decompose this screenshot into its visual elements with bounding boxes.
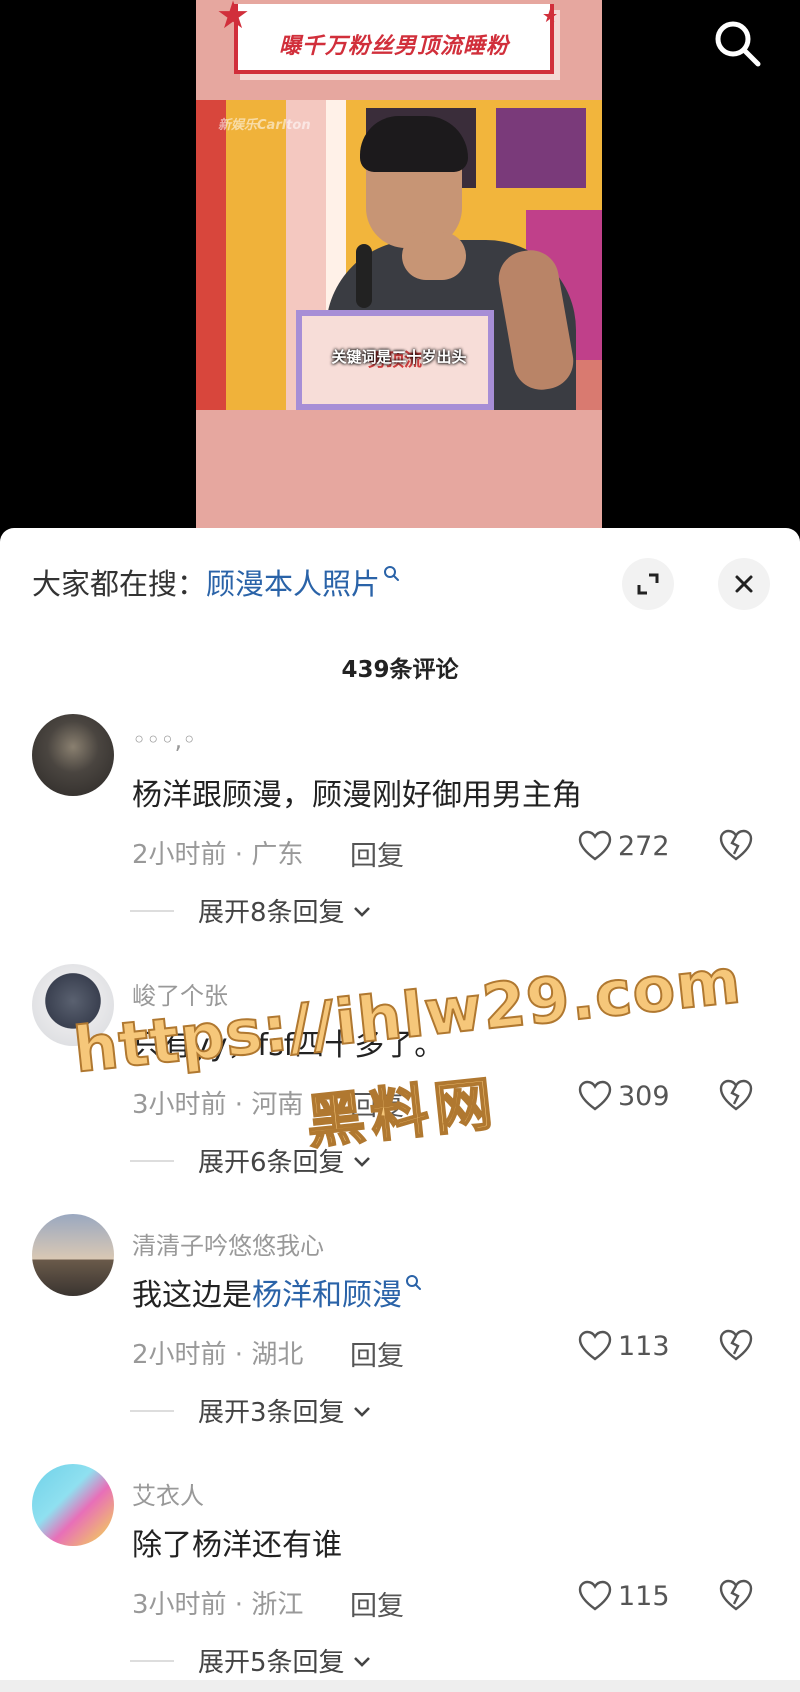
like-button[interactable]: 272 — [578, 830, 670, 862]
avatar[interactable] — [32, 1464, 114, 1546]
expand-replies-button[interactable]: 展开3条回复 — [130, 1392, 375, 1429]
video-title: 曝千万粉丝男顶流睡粉 — [278, 34, 509, 59]
expand-replies-button[interactable]: 展开5条回复 — [130, 1642, 375, 1679]
search-keyword: 杨洋和顾漫 — [252, 1278, 402, 1313]
comment-meta: 3小时前 · 河南 — [132, 1090, 304, 1120]
like-count: 272 — [618, 830, 670, 862]
expand-sheet-button[interactable] — [622, 558, 674, 610]
chevron-down-icon — [353, 1656, 370, 1667]
avatar[interactable] — [32, 964, 114, 1046]
like-button[interactable]: 309 — [578, 1080, 670, 1112]
comment-content: 我这边是杨洋和顾漫 — [132, 1270, 423, 1314]
comment-item: ◦◦◦,◦ 杨洋跟顾漫，顾漫刚好御用男主角 2小时前 · 广东 回复 272 展… — [0, 714, 800, 964]
trending-search-label: 大家都在搜： — [32, 567, 207, 601]
expand-replies-label: 展开3条回复 — [198, 1398, 345, 1428]
comment-text: 杨洋跟顾漫，顾漫刚好御用男主角 — [132, 778, 582, 813]
reply-button[interactable]: 回复 — [350, 1334, 404, 1373]
divider-dash — [130, 1409, 174, 1412]
reply-button[interactable]: 回复 — [350, 1584, 404, 1623]
dislike-button[interactable] — [718, 828, 754, 866]
dislike-button[interactable] — [718, 1078, 754, 1116]
set-window — [496, 108, 586, 188]
dislike-button[interactable] — [718, 1328, 754, 1366]
search-small-icon — [384, 566, 400, 581]
chevron-down-icon — [353, 906, 370, 917]
comment-item: 清清子吟悠悠我心 我这边是杨洋和顾漫 2小时前 · 湖北 回复 113 展开3条… — [0, 1214, 800, 1464]
search-small-icon — [406, 1275, 421, 1290]
chevron-down-icon — [353, 1406, 370, 1417]
close-icon — [735, 575, 753, 593]
source-watermark: 新娱乐Carlton — [218, 118, 311, 133]
expand-replies-label: 展开8条回复 — [198, 898, 345, 928]
comment-text: 除了杨洋还有谁 — [132, 1528, 342, 1563]
like-button[interactable]: 115 — [578, 1580, 670, 1612]
like-button[interactable]: 113 — [578, 1330, 670, 1362]
video-frame[interactable]: ★ ★ 曝千万粉丝男顶流睡粉 新娱乐Carlton 男顶流 关键词是二十岁出头 — [196, 0, 602, 540]
comment-item: 艾衣人 除了杨洋还有谁 3小时前 · 浙江 回复 115 展开5条回复 — [0, 1464, 800, 1692]
video-title-banner: ★ ★ 曝千万粉丝男顶流睡粉 — [216, 0, 572, 84]
star-icon: ★ — [542, 6, 559, 27]
search-icon — [715, 21, 761, 67]
like-count: 309 — [618, 1080, 670, 1112]
speaker-hand — [402, 232, 466, 280]
comment-content: 杨洋跟顾漫，顾漫刚好御用男主角 — [132, 770, 582, 814]
video-subtitle: 关键词是二十岁出头 — [331, 348, 467, 366]
like-count: 113 — [618, 1330, 670, 1362]
divider-dash — [130, 1659, 174, 1662]
expand-replies-button[interactable]: 展开8条回复 — [130, 892, 375, 929]
trending-search-link[interactable]: 顾漫本人照片 — [206, 561, 401, 603]
broken-heart-icon — [719, 1079, 753, 1111]
expand-replies-label: 展开6条回复 — [198, 1148, 345, 1178]
video-scene: 新娱乐Carlton 男顶流 关键词是二十岁出头 — [196, 100, 602, 410]
expand-replies-button[interactable]: 展开6条回复 — [130, 1142, 375, 1179]
avatar[interactable] — [32, 1214, 114, 1296]
microphone — [356, 244, 372, 308]
comment-text: 只有yy，fsf四十多了。 — [132, 1028, 445, 1063]
reply-button[interactable]: 回复 — [350, 834, 404, 873]
heart-icon — [578, 1080, 612, 1111]
search-keyword-link[interactable]: 杨洋和顾漫 — [252, 1275, 423, 1313]
video-background — [196, 410, 602, 540]
expand-icon — [637, 573, 659, 595]
comment-content: 只有yy，fsf四十多了。 — [132, 1020, 444, 1064]
comment-username[interactable]: ◦◦◦,◦ — [132, 726, 196, 754]
heart-icon — [578, 1580, 612, 1611]
comments-sheet: 大家都在搜： 顾漫本人照片 439条评论 ◦◦◦,◦ 杨洋跟顾漫，顾漫刚好御用男… — [0, 528, 800, 1692]
divider-dash — [130, 1159, 174, 1162]
comment-content: 除了杨洋还有谁 — [132, 1520, 342, 1564]
comment-meta: 2小时前 · 广东 — [132, 840, 304, 870]
comment-username[interactable]: 艾衣人 — [132, 1476, 204, 1511]
comment-count: 439条评论 — [341, 657, 459, 683]
like-count: 115 — [618, 1580, 670, 1612]
reply-button[interactable]: 回复 — [350, 1084, 404, 1123]
divider-dash — [130, 909, 174, 912]
dislike-button[interactable] — [718, 1578, 754, 1616]
avatar[interactable] — [32, 714, 114, 796]
comment-username[interactable]: 峻了个张 — [132, 976, 228, 1011]
broken-heart-icon — [719, 829, 753, 861]
chevron-down-icon — [353, 1156, 370, 1167]
speaker-hair — [360, 116, 468, 172]
comment-meta: 2小时前 · 湖北 — [132, 1340, 304, 1370]
trending-search-term: 顾漫本人照片 — [206, 567, 381, 601]
search-button[interactable] — [710, 16, 766, 72]
close-sheet-button[interactable] — [718, 558, 770, 610]
expand-replies-label: 展开5条回复 — [198, 1648, 345, 1678]
comment-text: 我这边是 — [132, 1278, 252, 1313]
trending-search-bar: 大家都在搜： 顾漫本人照片 — [32, 562, 401, 602]
video-player[interactable]: ★ ★ 曝千万粉丝男顶流睡粉 新娱乐Carlton 男顶流 关键词是二十岁出头 — [0, 0, 800, 540]
heart-icon — [578, 830, 612, 861]
bottom-edge — [0, 1680, 800, 1692]
heart-icon — [578, 1330, 612, 1361]
comment-item: 峻了个张 只有yy，fsf四十多了。 3小时前 · 河南 回复 309 展开6条… — [0, 964, 800, 1214]
broken-heart-icon — [719, 1579, 753, 1611]
broken-heart-icon — [719, 1329, 753, 1361]
comment-username[interactable]: 清清子吟悠悠我心 — [132, 1226, 324, 1261]
comment-meta: 3小时前 · 浙江 — [132, 1590, 304, 1620]
